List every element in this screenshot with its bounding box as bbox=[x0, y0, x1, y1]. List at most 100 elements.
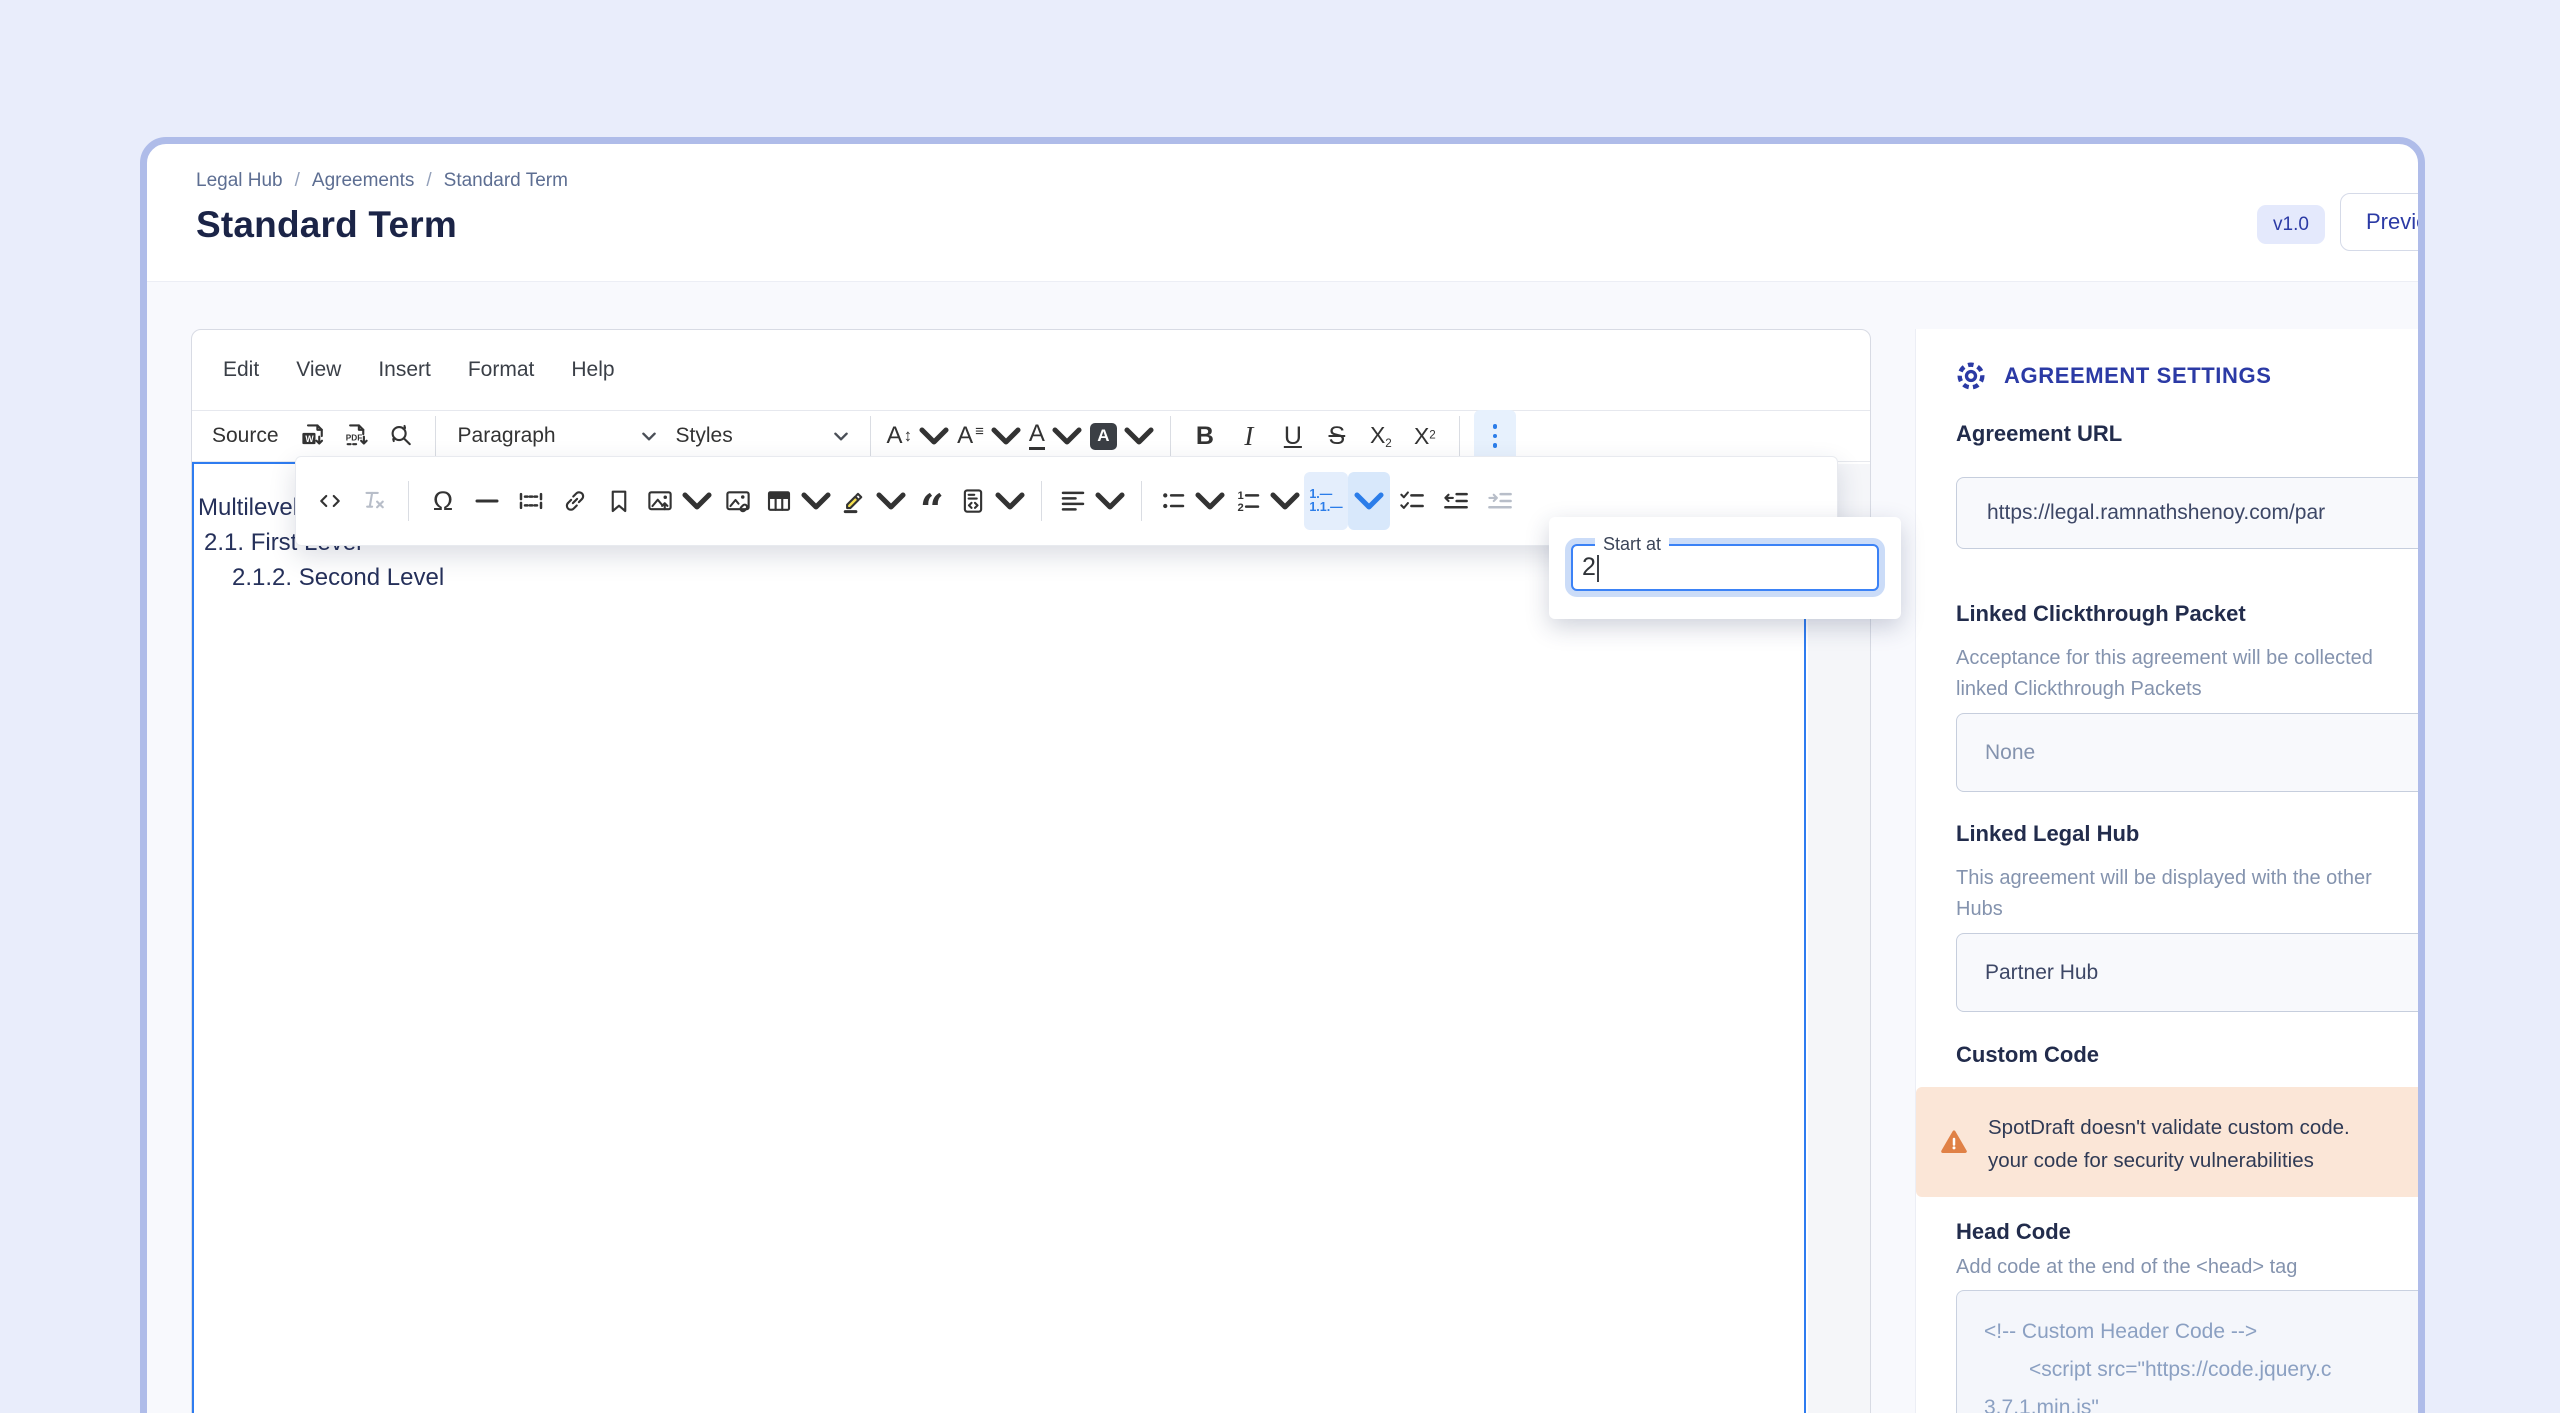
chevron-down-icon bbox=[1270, 486, 1300, 516]
insert-image-icon bbox=[645, 486, 675, 516]
code-icon bbox=[315, 486, 345, 516]
find-replace-icon bbox=[386, 421, 416, 451]
svg-text:PDF: PDF bbox=[345, 434, 362, 443]
html-embed-icon bbox=[958, 486, 988, 516]
font-size-button[interactable]: A↕ bbox=[883, 414, 954, 458]
menu-help[interactable]: Help bbox=[571, 358, 614, 382]
linked-clickthrough-label: Linked Clickthrough Packet bbox=[1956, 601, 2246, 627]
font-family-button[interactable]: A≡ bbox=[953, 414, 1025, 458]
head-code-textarea[interactable]: <!-- Custom Header Code --> <script src=… bbox=[1956, 1290, 2425, 1413]
decrease-indent-icon bbox=[1441, 486, 1471, 516]
chevron-down-icon bbox=[1052, 421, 1082, 451]
block-quote-icon: “ bbox=[920, 500, 944, 520]
more-options-button[interactable] bbox=[1474, 410, 1516, 462]
svg-text:W: W bbox=[305, 434, 314, 444]
bulleted-list-button[interactable] bbox=[1154, 472, 1229, 530]
text-cursor bbox=[1597, 554, 1599, 582]
highlight-button[interactable] bbox=[835, 472, 910, 530]
todo-list-button[interactable] bbox=[1390, 472, 1434, 530]
warning-icon bbox=[1938, 1127, 1970, 1157]
warning-text: your code for security vulnerabilities bbox=[1988, 1144, 2425, 1177]
chevron-down-icon bbox=[1354, 486, 1384, 516]
bookmark-button[interactable] bbox=[597, 472, 641, 530]
page-break-button[interactable] bbox=[509, 472, 553, 530]
agreement-url-value: https://legal.ramnathshenoy.com/par bbox=[1987, 501, 2325, 525]
chevron-down-icon bbox=[682, 486, 712, 516]
menu-insert[interactable]: Insert bbox=[378, 358, 431, 382]
toolbar-separator bbox=[1141, 481, 1142, 521]
chevron-down-icon bbox=[1195, 486, 1225, 516]
menu-edit[interactable]: Edit bbox=[223, 358, 259, 382]
special-characters-button[interactable]: Ω bbox=[421, 472, 465, 530]
font-size-icon: A bbox=[887, 424, 903, 448]
insert-image-button[interactable] bbox=[641, 472, 716, 530]
linked-clickthrough-description: linked Clickthrough Packets bbox=[1956, 678, 2202, 701]
remove-format-icon bbox=[359, 486, 389, 516]
toolbar-separator bbox=[1459, 416, 1460, 456]
linked-legal-hub-label: Linked Legal Hub bbox=[1956, 821, 2139, 847]
image-link-button[interactable] bbox=[716, 472, 760, 530]
find-replace-button[interactable] bbox=[379, 414, 423, 458]
version-badge: v1.0 bbox=[2257, 205, 2325, 244]
multilevel-list-dropdown-button[interactable] bbox=[1348, 472, 1390, 530]
styles-dropdown-value: Styles bbox=[676, 424, 733, 448]
export-word-button[interactable]: W bbox=[291, 414, 335, 458]
horizontal-line-button[interactable] bbox=[465, 472, 509, 530]
numbered-list-button[interactable]: 12 bbox=[1229, 472, 1304, 530]
bold-button[interactable]: B bbox=[1183, 414, 1227, 458]
preview-button[interactable]: Preview bbox=[2340, 193, 2425, 251]
superscript-button[interactable]: X2 bbox=[1403, 414, 1447, 458]
insert-table-button[interactable] bbox=[760, 472, 835, 530]
linked-clickthrough-select[interactable]: None bbox=[1956, 713, 2425, 792]
block-quote-button[interactable]: “ bbox=[910, 472, 954, 530]
font-background-color-icon: A bbox=[1090, 423, 1117, 450]
link-button[interactable] bbox=[553, 472, 597, 530]
editor-toolbar-row1: Source W PDF Paragraph Styles A↕ bbox=[192, 411, 1870, 462]
subscript-icon: X2 bbox=[1370, 422, 1392, 450]
page-title: Standard Term bbox=[196, 204, 457, 246]
font-family-icon: A bbox=[957, 424, 973, 448]
breadcrumb-separator: / bbox=[295, 170, 300, 192]
source-button[interactable]: Source bbox=[200, 414, 291, 458]
italic-button[interactable]: I bbox=[1227, 414, 1271, 458]
export-pdf-button[interactable]: PDF bbox=[335, 414, 379, 458]
export-pdf-icon: PDF bbox=[342, 421, 372, 451]
export-word-icon: W bbox=[298, 421, 328, 451]
font-background-color-button[interactable]: A bbox=[1086, 414, 1158, 458]
subscript-button[interactable]: X2 bbox=[1359, 414, 1403, 458]
svg-text:1: 1 bbox=[1238, 490, 1244, 502]
font-color-button[interactable]: A bbox=[1025, 414, 1086, 458]
menu-view[interactable]: View bbox=[296, 358, 341, 382]
image-link-icon bbox=[723, 486, 753, 516]
sidebar-title: AGREEMENT SETTINGS bbox=[2004, 363, 2272, 389]
code-line: <!-- Custom Header Code --> bbox=[1984, 1313, 2425, 1351]
page-break-icon bbox=[516, 486, 546, 516]
html-embed-button[interactable] bbox=[954, 472, 1029, 530]
toolbar-separator bbox=[870, 416, 871, 456]
remove-format-button[interactable] bbox=[352, 472, 396, 530]
strikethrough-button[interactable]: S bbox=[1315, 414, 1359, 458]
breadcrumb-legal-hub[interactable]: Legal Hub bbox=[196, 170, 283, 192]
breadcrumb-agreements[interactable]: Agreements bbox=[312, 170, 414, 192]
custom-code-label: Custom Code bbox=[1956, 1042, 2099, 1068]
chevron-down-icon bbox=[642, 432, 656, 441]
toolbar-separator bbox=[408, 481, 409, 521]
multilevel-list-button[interactable]: 1.—1.1.— bbox=[1304, 472, 1348, 530]
decrease-indent-button[interactable] bbox=[1434, 472, 1478, 530]
chevron-down-icon bbox=[991, 421, 1021, 451]
todo-list-icon bbox=[1397, 486, 1427, 516]
styles-dropdown[interactable]: Styles bbox=[666, 414, 858, 458]
text-alignment-button[interactable] bbox=[1054, 472, 1129, 530]
code-button[interactable] bbox=[308, 472, 352, 530]
increase-indent-button[interactable] bbox=[1478, 472, 1522, 530]
agreement-url-input[interactable]: https://legal.ramnathshenoy.com/par bbox=[1956, 477, 2425, 549]
start-at-input[interactable]: Start at 2 bbox=[1571, 544, 1879, 591]
agreement-url-label: Agreement URL bbox=[1956, 421, 2122, 447]
horizontal-line-icon bbox=[472, 486, 502, 516]
underline-button[interactable]: U bbox=[1271, 414, 1315, 458]
svg-text:2: 2 bbox=[1238, 502, 1244, 514]
linked-legal-hub-select[interactable]: Partner Hub bbox=[1956, 933, 2425, 1012]
menu-format[interactable]: Format bbox=[468, 358, 535, 382]
toolbar-separator bbox=[1170, 416, 1171, 456]
paragraph-dropdown[interactable]: Paragraph bbox=[448, 414, 666, 458]
